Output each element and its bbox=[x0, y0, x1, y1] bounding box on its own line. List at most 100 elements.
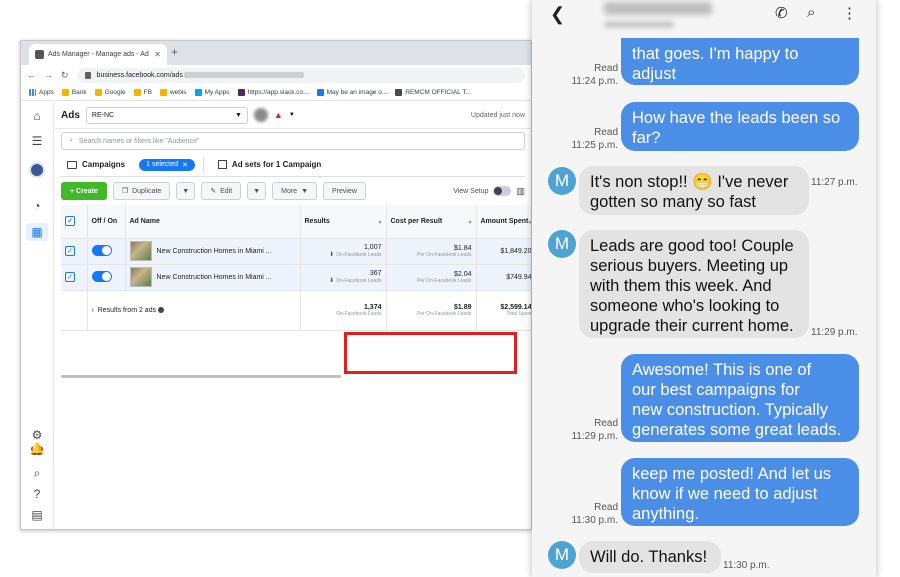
browser-tabstrip: Ads Manager - Manage ads - Ad ✕ + bbox=[21, 41, 531, 65]
report-icon[interactable]: ▤ bbox=[30, 508, 44, 522]
bookmark-google[interactable]: Google bbox=[94, 89, 126, 96]
create-button[interactable]: + Create bbox=[61, 182, 107, 200]
horizontal-scrollbar[interactable] bbox=[61, 375, 341, 378]
row-checkbox[interactable]: ✓ bbox=[65, 272, 75, 282]
bell-icon[interactable]: 🔔 bbox=[30, 442, 45, 456]
edit-dropdown[interactable]: ▼ bbox=[247, 182, 267, 200]
bookmark-apps[interactable]: Apps bbox=[29, 89, 54, 96]
row-toggle-cell[interactable] bbox=[87, 264, 126, 291]
message-time: 11:27 p.m. bbox=[811, 177, 858, 188]
search-icon[interactable]: ⌕ bbox=[30, 466, 44, 480]
home-icon[interactable]: ⌂ bbox=[30, 109, 44, 123]
more-options-icon[interactable]: ⋮ bbox=[842, 4, 857, 22]
account-selector[interactable]: RE-NC ▼ bbox=[85, 106, 248, 124]
bookmark-image[interactable]: May be an image o... bbox=[316, 89, 387, 96]
header-select-all[interactable]: ✓ bbox=[61, 205, 88, 239]
ad-name-cell[interactable]: New Construction Homes in Miami ... bbox=[125, 264, 301, 291]
ad-on-toggle[interactable] bbox=[91, 270, 112, 282]
more-button[interactable]: More ▼ bbox=[272, 182, 317, 200]
tab-ad-sets[interactable]: Ad sets for 1 Campaign bbox=[212, 160, 327, 169]
ad-name-text[interactable]: New Construction Homes in Miami ... bbox=[157, 248, 272, 255]
row-select-cell[interactable]: ✓ bbox=[61, 264, 88, 291]
dashboard-gauge-icon[interactable]: ◔ bbox=[30, 199, 44, 213]
apps-grid-icon bbox=[29, 89, 36, 96]
column-header-amount[interactable]: Amount Spent▼ bbox=[476, 205, 531, 239]
pencil-icon: ✎ bbox=[210, 188, 217, 195]
select-all-checkbox[interactable]: ✓ bbox=[65, 216, 75, 227]
summary-results-cell: 1,374 On-Facebook Leads bbox=[300, 290, 387, 331]
column-header-onoff[interactable]: Off / On bbox=[87, 205, 126, 239]
clear-selection-icon[interactable]: ✕ bbox=[182, 161, 188, 169]
search-icon[interactable]: ⌕ bbox=[807, 4, 815, 21]
download-icon: ⬇ bbox=[329, 278, 335, 284]
campaigns-table-icon[interactable]: ▦ bbox=[26, 223, 48, 241]
url-field[interactable]: business.facebook.com/ads bbox=[76, 67, 525, 83]
message-meta: Read 11:29 p.m. bbox=[571, 418, 618, 442]
column-header-ad-name[interactable]: Ad Name bbox=[125, 205, 301, 239]
incoming-message[interactable]: It's non stop!! 😁 I've never gotten so m… bbox=[579, 166, 809, 215]
row-select-cell[interactable]: ✓ bbox=[61, 238, 88, 265]
back-arrow-icon[interactable]: ← bbox=[27, 70, 36, 80]
warning-icon[interactable]: ▲ bbox=[274, 110, 283, 120]
table-row[interactable]: ✓ New Construction Homes in Miami ... 36… bbox=[61, 264, 531, 291]
bookmark-my-apps[interactable]: My Apps bbox=[194, 89, 230, 96]
left-nav: ⌂ ☰ ◔ ▦ ⚙ 99+ 🔔 ⌕ ? ▤ bbox=[21, 102, 54, 529]
outgoing-message[interactable]: Awesome! This is one of our best campaig… bbox=[621, 354, 859, 442]
bookmark-bank[interactable]: Bank bbox=[61, 89, 87, 96]
row-toggle-cell[interactable] bbox=[87, 238, 126, 265]
bookmark-webis[interactable]: webis bbox=[159, 89, 187, 96]
browser-tab[interactable]: Ads Manager - Manage ads - Ad ✕ bbox=[29, 44, 167, 65]
outgoing-message[interactable]: How have the leads been so far? bbox=[621, 102, 859, 151]
selected-pill[interactable]: 1 selected ✕ bbox=[139, 158, 195, 171]
duplicate-button[interactable]: ❐ Duplicate bbox=[112, 182, 171, 200]
chevron-down-icon[interactable]: ▼ bbox=[289, 112, 295, 118]
tab-campaigns[interactable]: Campaigns bbox=[61, 160, 131, 169]
download-icon: ⬇ bbox=[329, 252, 335, 258]
columns-icon[interactable]: ▥ bbox=[516, 186, 525, 197]
preview-button[interactable]: Preview bbox=[323, 182, 366, 200]
new-tab-icon[interactable]: + bbox=[171, 45, 178, 59]
settings-gear-icon[interactable]: ⚙ bbox=[30, 428, 44, 442]
bookmark-remcm[interactable]: REMCM OFFICIAL T... bbox=[395, 89, 471, 96]
folder-icon bbox=[94, 89, 102, 96]
row-checkbox[interactable]: ✓ bbox=[65, 246, 75, 256]
ad-name-cell[interactable]: New Construction Homes in Miami ... bbox=[125, 238, 301, 265]
duplicate-icon: ❐ bbox=[121, 188, 129, 195]
lock-icon bbox=[84, 71, 91, 79]
search-input[interactable]: ⌕ Search names or filters like "Audience… bbox=[61, 132, 525, 150]
search-icon: ⌕ bbox=[69, 137, 73, 144]
bookmark-slack[interactable]: https://app.slack.co... bbox=[237, 89, 309, 96]
view-setup-toggle[interactable] bbox=[493, 186, 512, 196]
view-setup[interactable]: View Setup ▥ bbox=[453, 186, 525, 197]
reload-icon[interactable]: ↻ bbox=[61, 70, 69, 81]
account-avatar[interactable] bbox=[29, 162, 45, 178]
ad-name-text[interactable]: New Construction Homes in Miami ... bbox=[157, 274, 272, 281]
phone-call-icon[interactable]: ✆ bbox=[775, 4, 788, 22]
menu-icon[interactable]: ☰ bbox=[30, 134, 44, 148]
summary-label-cell[interactable]: › Results from 2 ads bbox=[87, 290, 301, 331]
contact-avatar[interactable]: M bbox=[548, 230, 576, 258]
back-arrow-icon[interactable]: ❮ bbox=[550, 4, 565, 25]
column-header-cost[interactable]: Cost per Result ▼ bbox=[386, 205, 477, 239]
incoming-message[interactable]: Leads are good too! Couple serious buyer… bbox=[579, 230, 809, 338]
phone-messages: ❮ ✆ ⌕ ⋮ that goes. I'm happy to adjust R… bbox=[532, 0, 876, 577]
forward-arrow-icon[interactable]: → bbox=[44, 70, 53, 80]
help-icon[interactable]: ? bbox=[30, 487, 44, 501]
info-icon[interactable] bbox=[158, 306, 165, 313]
contact-avatar[interactable]: M bbox=[548, 541, 576, 569]
duplicate-dropdown[interactable]: ▼ bbox=[176, 182, 196, 200]
outgoing-message[interactable]: keep me posted! And let us know if we ne… bbox=[621, 458, 859, 526]
caret-down-icon: ▼ bbox=[253, 187, 261, 195]
table-row[interactable]: ✓ New Construction Homes in Miami ... 1,… bbox=[61, 238, 531, 265]
ad-on-toggle[interactable] bbox=[91, 244, 112, 256]
bookmark-fb[interactable]: FB bbox=[133, 89, 152, 96]
column-header-results[interactable]: Results ▼ bbox=[300, 205, 387, 239]
url-text: business.facebook.com/ads bbox=[96, 71, 183, 79]
adset-grid-icon bbox=[217, 160, 227, 169]
incoming-message[interactable]: Will do. Thanks! bbox=[579, 541, 721, 573]
ads-manager-app: ⌂ ☰ ◔ ▦ ⚙ 99+ 🔔 ⌕ ? ▤ Ads RE-NC ▼ ▲ ▼ Up… bbox=[21, 102, 531, 529]
expand-chevron-icon[interactable]: › bbox=[92, 307, 94, 314]
edit-button[interactable]: ✎ Edit bbox=[201, 182, 242, 200]
contact-avatar[interactable]: M bbox=[548, 167, 576, 195]
close-tab-icon[interactable]: ✕ bbox=[154, 50, 161, 59]
